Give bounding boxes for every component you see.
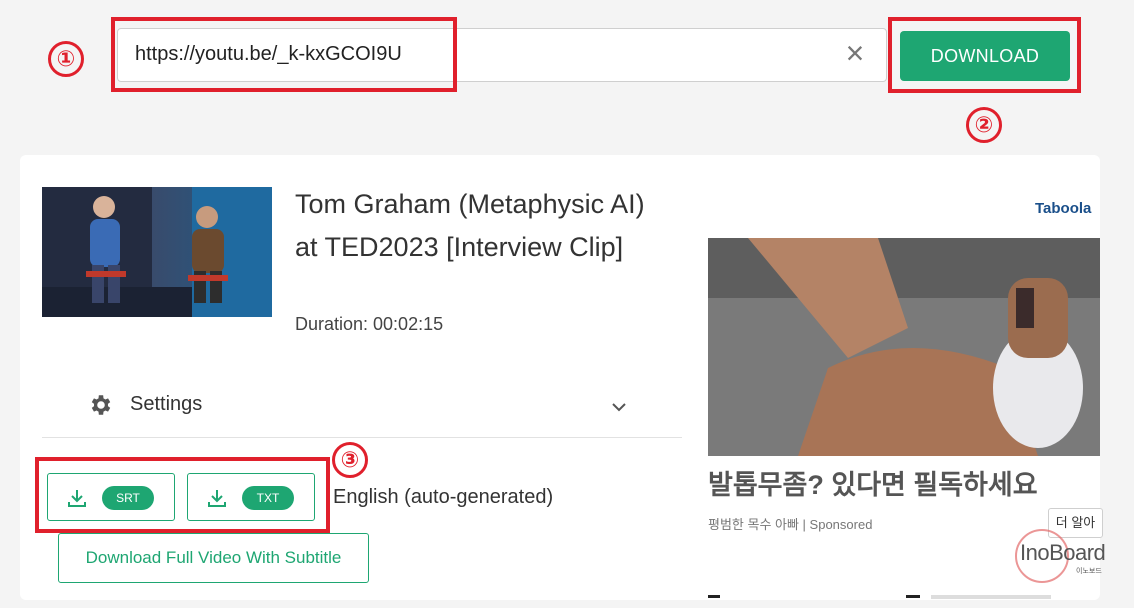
ad-headline[interactable]: 발톱무좀? 있다면 필독하세요 xyxy=(708,463,1038,502)
annotation-box-formats xyxy=(35,457,330,533)
video-title: Tom Graham (Metaphysic AI) at TED2023 [I… xyxy=(295,189,645,262)
annotation-step-3: ③ xyxy=(332,442,368,478)
gear-icon xyxy=(91,395,111,415)
video-duration: Duration: 00:02:15 xyxy=(295,314,444,334)
subtitle-language: English (auto-generated) xyxy=(333,486,554,508)
annotation-step-2: ② xyxy=(966,107,1002,143)
video-thumbnail xyxy=(42,187,272,317)
chevron-down-icon[interactable] xyxy=(608,396,630,418)
annotation-box-url xyxy=(111,17,457,92)
annotation-step-1: ① xyxy=(48,41,84,77)
ad-image[interactable] xyxy=(708,238,1100,456)
next-ad-strip xyxy=(706,590,1100,600)
watermark-subtext: 이노보드 xyxy=(1076,568,1102,575)
watermark-text: InoBoard xyxy=(1020,540,1106,565)
ad-source: 평범한 목수 아빠 | Sponsored xyxy=(708,517,873,532)
annotation-box-download xyxy=(888,17,1081,93)
download-full-video-button[interactable]: Download Full Video With Subtitle xyxy=(58,533,369,583)
ad-provider-logo[interactable]: Taboola xyxy=(1035,200,1091,217)
settings-label: Settings xyxy=(130,393,203,415)
divider xyxy=(42,437,682,438)
clear-icon[interactable]: × xyxy=(838,37,872,72)
